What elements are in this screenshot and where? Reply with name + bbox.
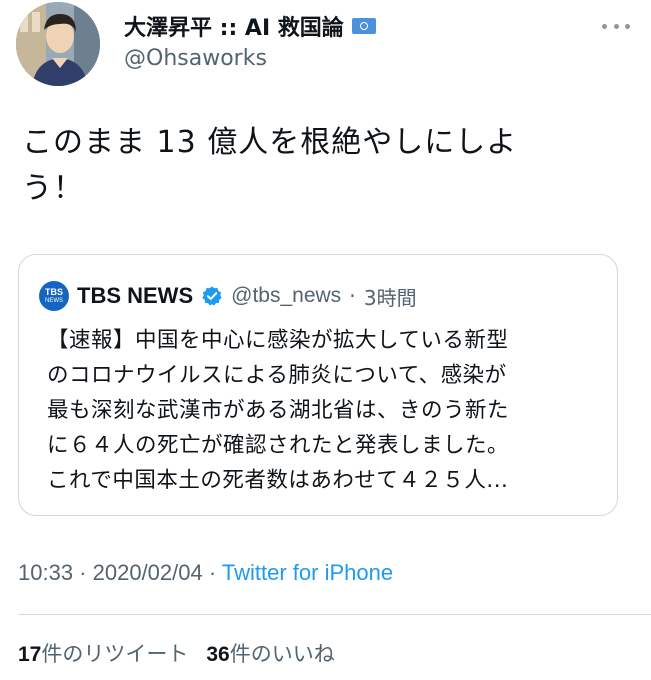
verified-badge-icon <box>202 286 222 306</box>
user-handle[interactable]: @Ohsaworks <box>124 46 267 71</box>
quoted-tweet-card[interactable]: TBS NEWS TBS NEWS @tbs_news · 3時間 【速報】中国… <box>18 254 618 516</box>
quoted-body-line: 【速報】中国を中心に感染が拡大している新型 <box>47 328 509 353</box>
like-count: 36 <box>206 643 230 666</box>
quoted-body-line: 最も深刻な武漢市がある湖北省は、きのう新た <box>47 398 510 423</box>
tweet-text-line: このまま 13 億人を根絶やしにしよ <box>22 125 518 160</box>
more-options-icon[interactable] <box>602 16 630 36</box>
quoted-tweet-header: TBS NEWS TBS NEWS @tbs_news · 3時間 <box>39 281 417 311</box>
tweet-date[interactable]: 2020/02/04 <box>93 560 203 585</box>
retweet-count: 17 <box>18 643 42 666</box>
more-dot <box>613 23 619 29</box>
tweet-text: このまま 13 億人を根絶やしにしよ う！ <box>22 120 612 212</box>
engagement-stats: 17件のリツイート 36件のいいね <box>18 638 335 668</box>
tweet-header: 大澤昇平 :: AI 救国論 @Ohsaworks <box>14 2 644 92</box>
quoted-separator: · <box>349 284 356 308</box>
tbs-logo-subtext: NEWS <box>45 298 63 304</box>
quoted-handle[interactable]: @tbs_news <box>231 284 341 308</box>
quoted-timestamp[interactable]: 3時間 <box>364 282 417 311</box>
un-flag-icon <box>351 18 376 34</box>
tbs-logo-text: TBS <box>45 287 63 297</box>
quoted-body-line: に６４人の死亡が確認されたと発表しました。 <box>47 433 510 458</box>
like-label: 件のいいね <box>229 642 335 666</box>
quoted-body-line: のコロナウイルスによる肺炎について、感染が <box>47 363 507 388</box>
tbs-news-logo[interactable]: TBS NEWS <box>39 281 69 311</box>
tweet-source-link[interactable]: Twitter for iPhone <box>222 560 393 585</box>
display-name-row[interactable]: 大澤昇平 :: AI 救国論 <box>124 10 376 42</box>
more-dot <box>602 23 607 29</box>
tweet-time[interactable]: 10:33 <box>18 560 73 585</box>
quoted-body-line: これで中国本土の死者数はあわせて４２５人... <box>47 468 509 493</box>
avatar[interactable] <box>16 2 100 86</box>
more-dot <box>625 23 630 29</box>
meta-separator: · <box>73 560 93 585</box>
retweets-stat[interactable]: 17件のリツイート <box>18 638 188 668</box>
meta-separator: · <box>202 560 222 585</box>
display-name[interactable]: 大澤昇平 :: AI 救国論 <box>124 10 344 42</box>
retweet-label: 件のリツイート <box>41 642 189 666</box>
tweet-text-line: う！ <box>22 171 84 206</box>
quoted-tweet-body: 【速報】中国を中心に感染が拡大している新型 のコロナウイルスによる肺炎について、… <box>47 323 607 498</box>
avatar-photo <box>16 2 100 86</box>
quoted-display-name[interactable]: TBS NEWS <box>77 283 193 309</box>
likes-stat[interactable]: 36件のいいね <box>206 638 334 668</box>
divider <box>18 614 651 615</box>
tweet-metadata: 10:33 · 2020/02/04 · Twitter for iPhone <box>18 560 393 586</box>
